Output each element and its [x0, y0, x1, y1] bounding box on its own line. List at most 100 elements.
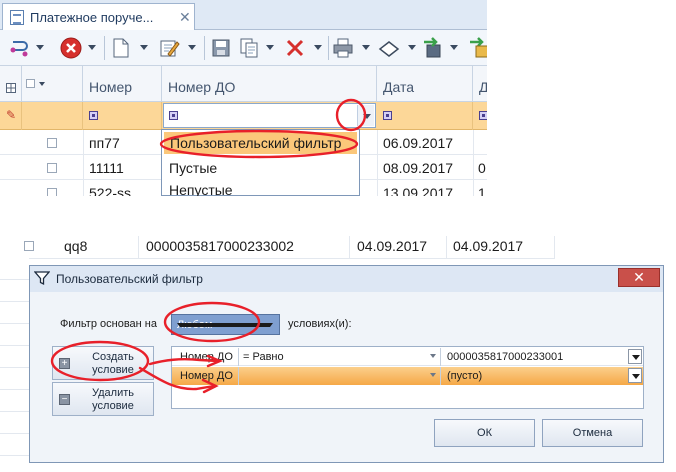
table-row[interactable]: qq8 0000035817000233002 04.09.2017 04.09… — [0, 236, 560, 258]
filter-cell-d[interactable] — [473, 102, 487, 130]
dialog-title-bar[interactable]: Пользовательский фильтр ✕ — [30, 266, 663, 292]
copy-icon — [240, 38, 258, 58]
chevron-down-icon[interactable] — [450, 45, 458, 50]
copy-button[interactable] — [238, 34, 278, 62]
chevron-down-icon[interactable] — [266, 45, 274, 50]
new-document-button[interactable] — [110, 34, 152, 62]
column-divider — [349, 236, 350, 258]
grid-fragment — [0, 258, 29, 472]
filter-cycle-button[interactable] — [8, 34, 48, 62]
chevron-down-icon[interactable] — [314, 45, 322, 50]
chevron-down-icon[interactable] — [36, 45, 44, 50]
clear-button[interactable] — [378, 34, 420, 62]
select-all-checkbox[interactable] — [26, 79, 35, 88]
close-red-icon — [60, 37, 82, 59]
value-dropdown-button[interactable] — [628, 349, 642, 364]
column-label: Номер ДО — [168, 79, 236, 95]
chevron-down-icon[interactable] — [408, 45, 416, 50]
delete-condition-button[interactable]: − Удалить условие — [52, 382, 154, 416]
cancel-button[interactable] — [60, 34, 100, 62]
based-on-label: Фильтр основан на — [60, 318, 157, 330]
chevron-down-icon[interactable] — [430, 373, 436, 377]
filter-pin-cell[interactable]: ✎ — [0, 102, 22, 130]
cancel-button[interactable]: Отмена — [542, 419, 643, 447]
chevron-down-icon[interactable] — [188, 45, 196, 50]
funnel-icon — [34, 271, 50, 286]
condition-value[interactable]: (пусто) — [447, 370, 482, 382]
cell-date: 08.09.2017 — [383, 160, 454, 176]
chevron-down-icon[interactable] — [88, 45, 96, 50]
tab-label: Платежное поруче... — [30, 10, 154, 25]
cell-date: 06.09.2017 — [383, 135, 454, 151]
filter-cell-date[interactable] — [377, 102, 473, 130]
ok-button[interactable]: ОК — [434, 419, 535, 447]
filter-input-number-do[interactable] — [163, 103, 376, 128]
column-header-number[interactable]: Номер — [83, 66, 162, 102]
document-list-icon — [10, 10, 24, 25]
tab-close-icon[interactable]: ✕ — [179, 9, 191, 26]
dialog-close-button[interactable]: ✕ — [618, 268, 660, 287]
row-checkbox[interactable] — [47, 163, 57, 173]
cell-date: 13.09.2017 — [383, 185, 454, 196]
dialog-title: Пользовательский фильтр — [56, 272, 203, 286]
filter-condition-icon[interactable] — [383, 111, 392, 120]
print-button[interactable] — [332, 34, 374, 62]
create-condition-button[interactable]: + Создать условие — [52, 346, 154, 380]
condition-operator[interactable]: = Равно — [243, 351, 284, 363]
condition-row[interactable]: Номер ДО = Равно 0000035817000233001 — [172, 348, 643, 366]
chevron-down-icon[interactable] — [177, 323, 273, 327]
toolbar-separator — [204, 36, 205, 60]
import-icon — [470, 37, 487, 58]
grid-settings-cell[interactable] — [0, 66, 22, 102]
filter-cell-number[interactable] — [83, 102, 162, 130]
column-divider — [554, 236, 555, 258]
condition-field[interactable]: Номер ДО — [180, 370, 233, 382]
condition-value[interactable]: 0000035817000233001 — [447, 351, 563, 363]
new-document-icon — [113, 38, 129, 58]
tab-payment-orders[interactable]: Платежное поруче... ✕ — [2, 3, 195, 31]
delete-button[interactable] — [284, 34, 326, 62]
chevron-down-icon[interactable] — [362, 45, 370, 50]
column-header-number-do[interactable]: Номер ДО — [162, 66, 377, 102]
cell-number-do: 0000035817000233002 — [146, 238, 294, 254]
column-divider — [377, 130, 378, 196]
dropdown-item-nonempty[interactable]: Непустые — [169, 182, 233, 196]
condition-row-selected[interactable]: Номер ДО (пусто) — [172, 367, 643, 385]
pin-icon: ✎ — [6, 108, 17, 122]
chevron-down-icon[interactable] — [430, 354, 436, 358]
add-icon: + — [59, 358, 70, 369]
match-mode-select[interactable]: Любом — [171, 314, 280, 335]
filter-condition-icon[interactable] — [479, 111, 487, 120]
cell-number: 522-ss — [89, 185, 132, 196]
edit-button[interactable] — [158, 34, 200, 62]
import-button[interactable] — [468, 34, 487, 62]
column-divider — [238, 367, 239, 385]
row-checkbox[interactable] — [47, 188, 57, 196]
dropdown-item-custom-filter[interactable]: Пользовательский фильтр — [164, 132, 357, 154]
tab-bar: Платежное поруче... ✕ — [0, 0, 487, 31]
filter-cell[interactable] — [22, 102, 83, 130]
value-dropdown-button[interactable] — [628, 368, 642, 383]
condition-field[interactable]: Номер ДО — [180, 351, 233, 363]
select-all-header[interactable] — [22, 66, 83, 102]
column-divider — [440, 348, 441, 366]
filter-dropdown-list: Пользовательский фильтр Пустые Непустые — [161, 129, 360, 196]
column-header-date[interactable]: Дата — [377, 66, 473, 102]
chevron-down-icon[interactable] — [140, 45, 148, 50]
dropdown-item-empty[interactable]: Пустые — [169, 160, 217, 176]
save-icon — [212, 39, 230, 57]
filter-dropdown-button[interactable] — [357, 105, 374, 126]
edit-icon — [160, 40, 180, 57]
row-divider — [0, 258, 555, 259]
save-button[interactable] — [210, 34, 234, 62]
grid-header: Номер Номер ДО Дата Д — [0, 66, 487, 102]
filter-condition-icon[interactable] — [169, 111, 178, 120]
row-checkbox[interactable] — [24, 241, 34, 251]
filter-condition-icon[interactable] — [89, 111, 98, 120]
cell-extra: 0 — [478, 160, 486, 176]
chevron-down-icon[interactable] — [39, 82, 45, 86]
cell-number: qq8 — [64, 238, 88, 254]
row-checkbox[interactable] — [47, 138, 57, 148]
export-button[interactable] — [422, 34, 460, 62]
column-header-d[interactable]: Д — [473, 66, 487, 102]
